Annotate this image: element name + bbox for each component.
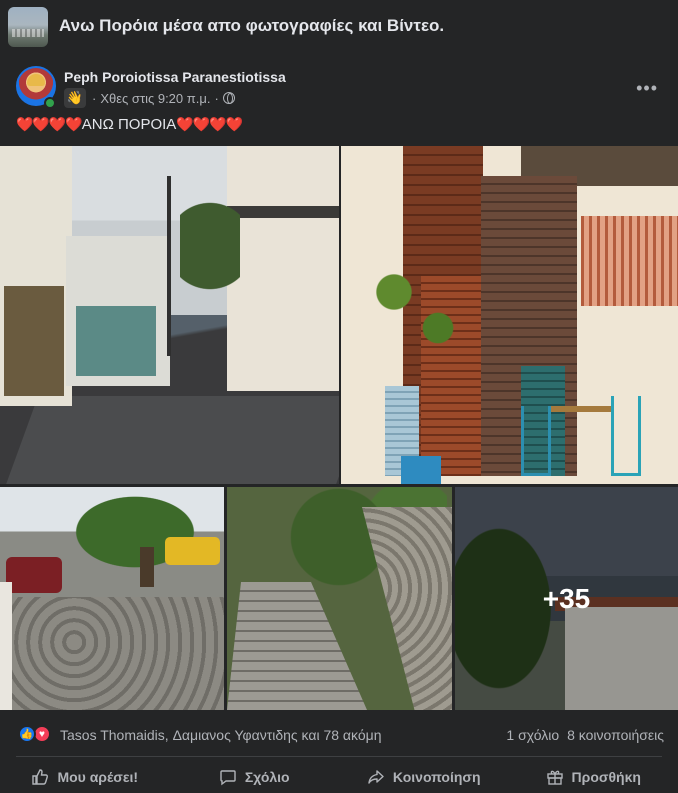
photo-stone-stairs[interactable] — [227, 487, 452, 710]
comment-icon — [219, 768, 237, 786]
reactions-bar: 👍 ♥ Tasos Thomaidis, Δαμιανος Υφαντιδης … — [0, 722, 678, 748]
post-header: Peph Poroiotissa Paranestiotissa 👋 · Χθε… — [0, 60, 678, 116]
share-label: Κοινοποίηση — [392, 768, 481, 785]
like-button[interactable]: Μου αρέσει! — [0, 760, 170, 793]
add-label: Προσθήκη — [571, 768, 641, 785]
more-options-icon[interactable]: ••• — [636, 78, 658, 99]
reaction-names[interactable]: Tasos Thomaidis, Δαμιανος Υφαντιδης και … — [60, 727, 382, 743]
like-reaction-icon[interactable]: 👍 — [18, 725, 36, 743]
meta-separator: · — [92, 90, 97, 106]
meta-separator-2: · — [214, 90, 219, 106]
action-bar: Μου αρέσει! Σχόλιο Κοινοποίηση Προσθήκη — [0, 760, 678, 793]
gift-icon — [546, 768, 564, 786]
thumbs-up-icon — [31, 768, 49, 786]
online-status-dot — [44, 97, 56, 109]
post-time[interactable]: Χθες στις 9:20 π.μ. — [100, 91, 210, 106]
photo-more[interactable]: +35 — [455, 487, 678, 710]
comment-button[interactable]: Σχόλιο — [170, 760, 340, 793]
post-author[interactable]: Peph Poroiotissa Paranestiotissa — [64, 69, 286, 85]
wave-hand-icon: 👋 — [64, 88, 86, 108]
like-label: Μου αρέσει! — [57, 768, 139, 785]
post-stats: 1 σχόλιο 8 κοινοποιήσεις — [506, 727, 664, 743]
post-meta: 👋 · Χθες στις 9:20 π.μ. · — [64, 88, 235, 108]
post-text: ❤️❤️❤️❤️ ΑΝΩ ΠΟΡΟΙΑ ❤️❤️❤️❤️ — [16, 116, 243, 133]
comment-label: Σχόλιο — [244, 768, 290, 785]
group-thumbnail[interactable] — [8, 7, 48, 47]
globe-icon[interactable] — [222, 92, 235, 104]
add-button[interactable]: Προσθήκη — [509, 760, 678, 793]
photo-house-doors[interactable] — [341, 146, 678, 484]
comments-count[interactable]: 1 σχόλιο — [506, 727, 559, 743]
photo-cobblestone-street[interactable] — [0, 487, 224, 710]
group-header: Ανω Πορόια μέσα απο φωτογραφίες και Βίντ… — [0, 0, 678, 52]
hearts-before: ❤️❤️❤️❤️ — [16, 116, 83, 132]
divider — [16, 756, 662, 757]
more-photos-count[interactable]: +35 — [455, 583, 678, 615]
shares-count[interactable]: 8 κοινοποιήσεις — [567, 727, 664, 743]
photo-street[interactable] — [0, 146, 339, 484]
share-button[interactable]: Κοινοποίηση — [339, 760, 509, 793]
hearts-after: ❤️❤️❤️❤️ — [176, 116, 243, 132]
group-title[interactable]: Ανω Πορόια μέσα απο φωτογραφίες και Βίντ… — [59, 16, 444, 36]
post-text-main: ΑΝΩ ΠΟΡΟΙΑ — [81, 116, 177, 133]
share-arrow-icon — [367, 768, 385, 786]
